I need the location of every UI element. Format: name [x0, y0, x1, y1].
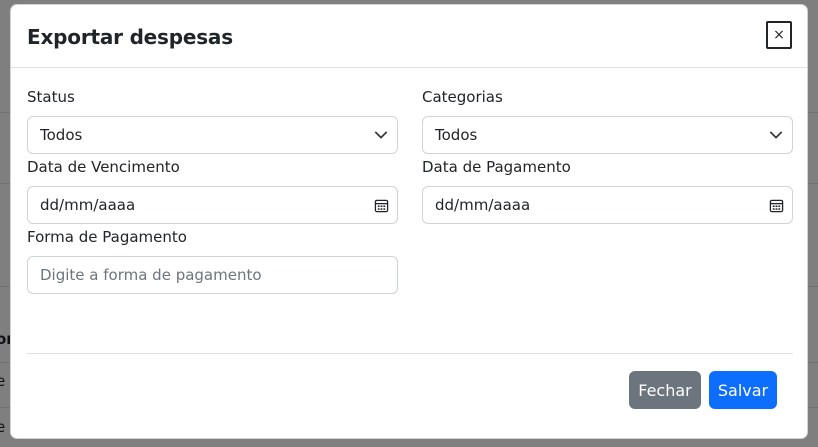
salvar-button[interactable]: Salvar [709, 371, 777, 409]
data-vencimento-value: dd/mm/aaaa [40, 196, 136, 214]
categorias-label: Categorias [422, 88, 503, 106]
export-expenses-modal: Exportar despesas × Status Todos Categor… [10, 4, 808, 439]
fechar-button[interactable]: Fechar [629, 371, 701, 409]
categorias-select[interactable]: Todos [422, 116, 793, 154]
status-select[interactable]: Todos [27, 116, 398, 154]
forma-pagamento-label: Forma de Pagamento [27, 228, 187, 246]
data-vencimento-label: Data de Vencimento [27, 158, 180, 176]
chevron-down-icon [760, 117, 792, 153]
data-pagamento-field[interactable]: dd/mm/aaaa [422, 186, 793, 224]
data-vencimento-field[interactable]: dd/mm/aaaa [27, 186, 398, 224]
forma-pagamento-input[interactable] [40, 257, 397, 293]
categorias-select-value: Todos [435, 126, 478, 144]
calendar-icon[interactable] [760, 187, 792, 223]
close-button[interactable]: × [766, 21, 792, 49]
modal-title: Exportar despesas [27, 25, 233, 49]
data-pagamento-label: Data de Pagamento [422, 158, 571, 176]
modal-footer-divider [27, 353, 793, 354]
data-pagamento-value: dd/mm/aaaa [435, 196, 531, 214]
status-label: Status [27, 88, 75, 106]
close-icon: × [773, 27, 785, 43]
calendar-icon[interactable] [365, 187, 397, 223]
forma-pagamento-field[interactable] [27, 256, 398, 294]
status-select-value: Todos [40, 126, 83, 144]
chevron-down-icon [365, 117, 397, 153]
modal-header: Exportar despesas × [11, 5, 807, 68]
